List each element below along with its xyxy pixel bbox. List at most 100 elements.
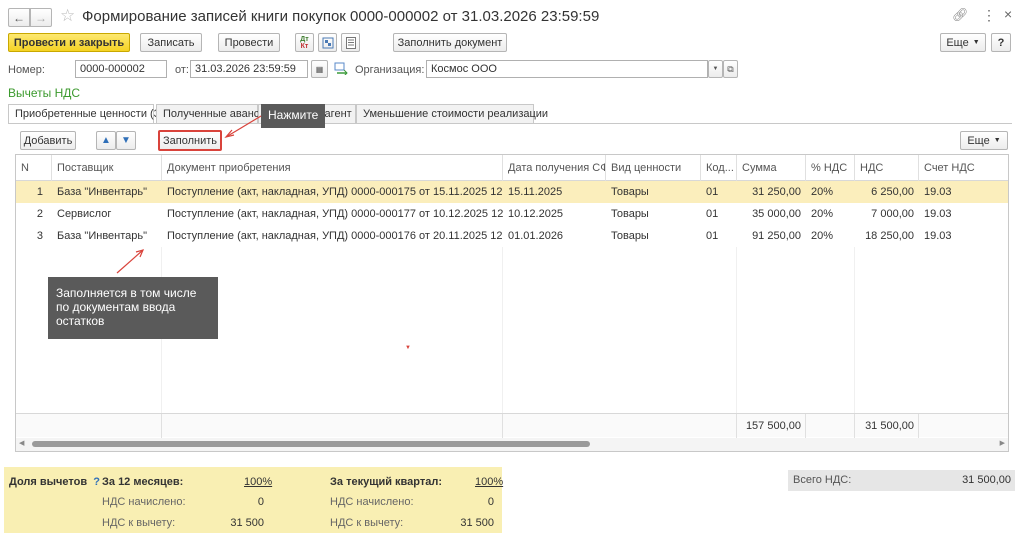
arrow-left-icon: ← [13,10,25,25]
table-more-button[interactable]: Еще ▼ [960,131,1008,150]
row-code[interactable]: 01 [701,203,737,225]
date-field[interactable]: 31.03.2026 23:59:59 [190,60,308,78]
row-document[interactable]: Поступление (акт, накладная, УПД) 0000-0… [162,203,503,225]
charged-quarter-value: 0 [487,496,494,508]
table-more-label: Еще [967,134,990,147]
write-button[interactable]: Записать [140,33,202,52]
arrow-down-icon: ▼ [121,135,131,146]
horizontal-scrollbar[interactable]: ◀ ▶ [16,438,1008,451]
link-icon[interactable]: 🔗︎ [952,7,969,23]
chevron-down-icon: ▼ [972,39,980,46]
column-header-vat-rate[interactable]: % НДС [806,155,855,181]
column-header-vat-account[interactable]: Счет НДС [919,155,1008,181]
row-supplier[interactable]: База "Инвентарь" [52,225,162,247]
row-value-kind[interactable]: Товары [606,203,701,225]
table-row[interactable]: 1 База "Инвентарь" Поступление (акт, нак… [16,181,1008,203]
row-invoice-date[interactable]: 01.01.2026 [503,225,606,247]
scroll-right-icon[interactable]: ▶ [1000,439,1005,447]
row-document[interactable]: Поступление (акт, накладная, УПД) 0000-0… [162,225,503,247]
forward-button[interactable]: → [30,8,52,27]
column-header-sum[interactable]: Сумма [737,155,806,181]
fill-document-button[interactable]: Заполнить документ [393,33,507,52]
open-icon: ⧉ [727,63,734,74]
row-invoice-date[interactable]: 10.12.2025 [503,203,606,225]
structure-button[interactable] [318,33,337,52]
row-vat-rate[interactable]: 20% [806,181,855,203]
tab-purchased-values[interactable]: Приобретенные ценности (3) [8,104,163,124]
move-down-button[interactable]: ▼ [116,131,136,150]
row-value-kind[interactable]: Товары [606,181,701,203]
column-header-document[interactable]: Документ приобретения [162,155,503,181]
close-icon[interactable]: × [1004,6,1012,22]
column-header-code[interactable]: Код... [701,155,737,181]
date-label: от: [175,64,189,76]
back-button[interactable]: ← [8,8,30,27]
scroll-left-icon[interactable]: ◀ [19,439,24,447]
column-header-vat[interactable]: НДС [855,155,919,181]
charged12-label: НДС начислено: [102,496,186,508]
number-field[interactable]: 0000-000002 [75,60,167,78]
window-title: Формирование записей книги покупок 0000-… [82,8,600,25]
row-supplier[interactable]: База "Инвентарь" [52,181,162,203]
dt-kt-icon: Дт Кт [300,35,309,50]
arrow-right-icon: → [35,10,47,25]
row-vat-rate[interactable]: 20% [806,225,855,247]
column-header-value-kind[interactable]: Вид ценности [606,155,701,181]
column-header-invoice-date[interactable]: Дата получения СФ [503,155,606,181]
post-button[interactable]: Провести [218,33,280,52]
calendar-icon: ▦ [315,64,324,74]
favorite-star-icon[interactable]: ☆ [60,6,75,26]
table-row[interactable]: 3 База "Инвентарь" Поступление (акт, нак… [16,225,1008,247]
add-button[interactable]: Добавить [20,131,76,150]
table-row[interactable]: 2 Сервислог Поступление (акт, накладная,… [16,203,1008,225]
dt-kt-button[interactable]: Дт Кт [295,33,314,52]
press-tooltip: Нажмите [261,104,326,128]
share-label: Доля вычетов ? [9,476,100,488]
quarter-label: За текущий квартал: [330,476,443,488]
calendar-button[interactable]: ▦ [311,60,328,78]
scrollbar-thumb[interactable] [32,441,590,447]
organization-field[interactable]: Космос ООО [426,60,708,78]
help-button[interactable]: ? [991,33,1011,52]
row-supplier[interactable]: Сервислог [52,203,162,225]
row-vat-account[interactable]: 19.03 [919,203,1008,225]
row-invoice-date[interactable]: 15.11.2025 [503,181,606,203]
row-vat-rate[interactable]: 20% [806,203,855,225]
total-sum: 157 500,00 [745,420,801,432]
arrow-up-icon: ▲ [101,135,111,146]
row-document[interactable]: Поступление (акт, накладная, УПД) 0000-0… [162,181,503,203]
fill-button[interactable]: Заполнить [158,130,222,151]
row-sum[interactable]: 35 000,00 [737,203,806,225]
row-vat[interactable]: 18 250,00 [855,225,919,247]
menu-dots-icon[interactable]: ⋮ [982,7,996,24]
help-icon[interactable]: ? [93,476,100,488]
footer-divider [161,414,162,438]
row-code[interactable]: 01 [701,225,737,247]
row-number: 1 [36,186,43,198]
report-button[interactable] [341,33,360,52]
table-footer: 157 500,00 31 500,00 [16,413,1008,438]
period12-percent-link[interactable]: 100% [244,476,272,488]
column-header-n[interactable]: N [16,155,52,181]
row-vat-account[interactable]: 19.03 [919,225,1008,247]
organization-dropdown-button[interactable]: ▼ [708,60,723,78]
deduct-quarter-label: НДС к вычету: [330,517,404,529]
org-history-icon[interactable] [334,61,348,78]
row-vat-account[interactable]: 19.03 [919,181,1008,203]
row-code[interactable]: 01 [701,181,737,203]
row-value-kind[interactable]: Товары [606,225,701,247]
more-button[interactable]: Еще ▼ [940,33,986,52]
column-header-supplier[interactable]: Поставщик [52,155,162,181]
post-and-close-button[interactable]: Провести и закрыть [8,33,130,52]
total-vat-value: 31 500,00 [962,474,1011,486]
tab-cost-reduction[interactable]: Уменьшение стоимости реализации [356,104,548,123]
move-up-button[interactable]: ▲ [96,131,116,150]
quarter-percent-link[interactable]: 100% [475,476,503,488]
deduct-quarter-value: 31 500 [460,517,494,529]
row-vat[interactable]: 6 250,00 [855,181,919,203]
organization-label: Организация: [355,64,425,76]
row-sum[interactable]: 91 250,00 [737,225,806,247]
organization-open-button[interactable]: ⧉ [723,60,738,78]
row-sum[interactable]: 31 250,00 [737,181,806,203]
row-vat[interactable]: 7 000,00 [855,203,919,225]
